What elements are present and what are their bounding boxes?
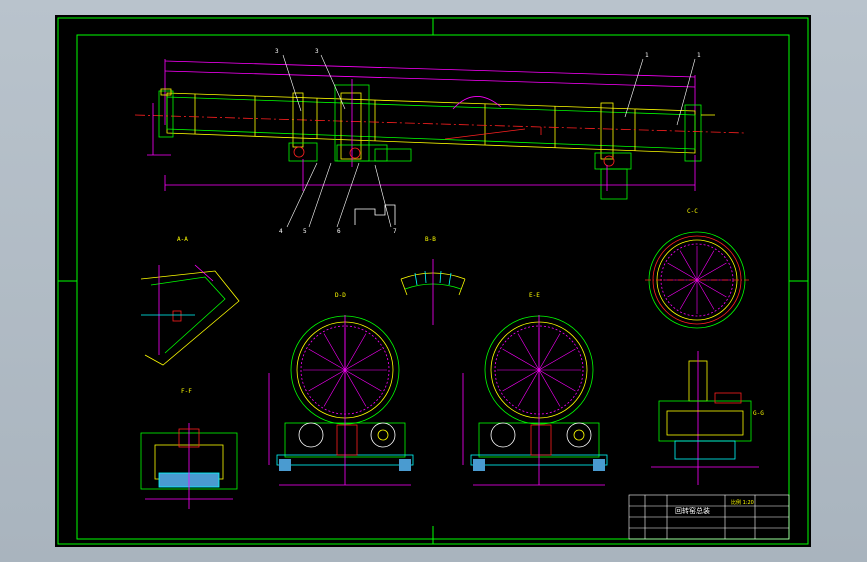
support-gear-view-left — [268, 315, 414, 486]
drive-unit-view — [651, 351, 759, 485]
cad-viewport[interactable]: 3 3 1 1 4 5 6 7 A-A B-B C-C D-D E-E F-F … — [55, 15, 811, 547]
part-number-label: 3 — [315, 48, 319, 55]
part-number-label: 7 — [393, 228, 397, 235]
view-label: D-D — [335, 292, 346, 299]
view-label: C-C — [687, 208, 698, 215]
title-drawing-name: 回转窑总装 — [675, 506, 710, 515]
part-number-label: 4 — [279, 228, 283, 235]
support-gear-view-right — [462, 315, 608, 486]
part-number-label: 6 — [337, 228, 341, 235]
part-number-label: 1 — [645, 52, 649, 59]
chute-detail-view — [140, 264, 240, 366]
ring-section-view — [645, 231, 749, 329]
view-label: F-F — [181, 388, 192, 395]
title-block — [628, 494, 790, 540]
title-scale: 比例 1:20 — [731, 499, 754, 506]
view-label: G-G — [753, 410, 764, 417]
kiln-elevation-view — [134, 54, 746, 228]
part-number-label: 5 — [303, 228, 307, 235]
part-number-label: 3 — [275, 48, 279, 55]
view-label: B-B — [425, 236, 436, 243]
part-number-label: 1 — [697, 52, 701, 59]
view-label: E-E — [529, 292, 540, 299]
bearing-seat-view — [140, 423, 238, 509]
tire-segment-view — [400, 259, 466, 325]
view-label: A-A — [177, 236, 188, 243]
assembly-drawing: 3 3 1 1 4 5 6 7 A-A B-B C-C D-D E-E F-F … — [57, 17, 809, 545]
